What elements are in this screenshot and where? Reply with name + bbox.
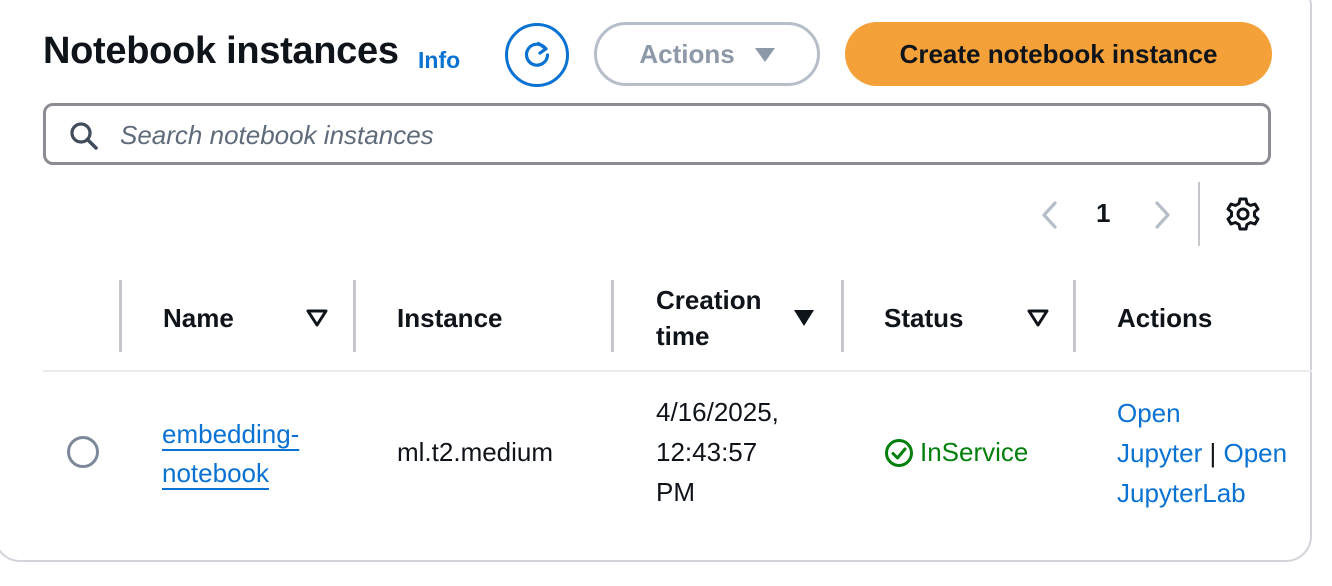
creation-time-line2: 12:43:57 <box>656 437 758 467</box>
actions-dropdown-button[interactable]: Actions <box>594 22 820 86</box>
creation-time-line3: PM <box>656 477 695 507</box>
column-header-creation-time-line2[interactable]: time <box>656 321 709 352</box>
notebook-name-line2[interactable]: notebook <box>162 458 269 488</box>
column-divider <box>119 280 122 352</box>
column-divider <box>353 280 356 352</box>
create-notebook-instance-button[interactable]: Create notebook instance <box>845 22 1272 86</box>
page-number[interactable]: 1 <box>1096 198 1110 229</box>
action-separator: | <box>1209 438 1217 468</box>
sort-triangle-icon[interactable] <box>1026 307 1050 329</box>
check-circle-icon <box>885 438 913 467</box>
actions-dropdown-label: Actions <box>639 38 735 69</box>
open-jupyterlab-link-line2[interactable]: JupyterLab <box>1117 478 1246 508</box>
status-text: InService <box>920 437 1029 467</box>
caret-down-icon <box>754 48 775 62</box>
search-input[interactable] <box>118 114 1242 156</box>
status-indicator: InService <box>884 437 1028 468</box>
creation-time-line1: 4/16/2025, <box>656 397 779 427</box>
open-jupyterlab-link-line1[interactable]: Open <box>1224 438 1288 468</box>
search-bar <box>43 103 1271 165</box>
notebook-name-link[interactable]: embedding- notebook <box>162 415 332 493</box>
column-divider <box>841 280 844 352</box>
notebook-name-line1[interactable]: embedding- <box>162 419 299 449</box>
column-header-creation-time-line1[interactable]: Creation <box>656 285 761 316</box>
open-jupyter-link-line1[interactable]: Open <box>1117 398 1181 428</box>
open-jupyter-link-line2[interactable]: Jupyter <box>1117 438 1202 468</box>
gear-icon[interactable] <box>1224 195 1262 233</box>
row-actions: Open Jupyter | Open JupyterLab <box>1117 393 1287 513</box>
column-divider <box>611 280 614 352</box>
column-header-status[interactable]: Status <box>884 303 963 334</box>
page-title: Notebook instances <box>43 30 399 72</box>
sort-triangle-filled-icon[interactable] <box>792 307 816 329</box>
info-link[interactable]: Info <box>418 47 460 74</box>
search-icon <box>70 122 98 150</box>
table-row-separator <box>43 370 1312 372</box>
refresh-button[interactable] <box>505 23 569 87</box>
instance-type: ml.t2.medium <box>397 437 554 467</box>
refresh-icon <box>524 41 550 67</box>
sort-triangle-icon[interactable] <box>305 307 329 329</box>
column-divider <box>1073 280 1076 352</box>
pagination-divider <box>1198 182 1200 246</box>
row-select-radio[interactable] <box>67 436 99 468</box>
chevron-right-icon[interactable] <box>1148 198 1176 232</box>
column-header-actions: Actions <box>1117 303 1213 333</box>
column-header-name[interactable]: Name <box>163 303 234 334</box>
chevron-left-icon[interactable] <box>1036 198 1064 232</box>
column-header-instance: Instance <box>397 303 503 333</box>
